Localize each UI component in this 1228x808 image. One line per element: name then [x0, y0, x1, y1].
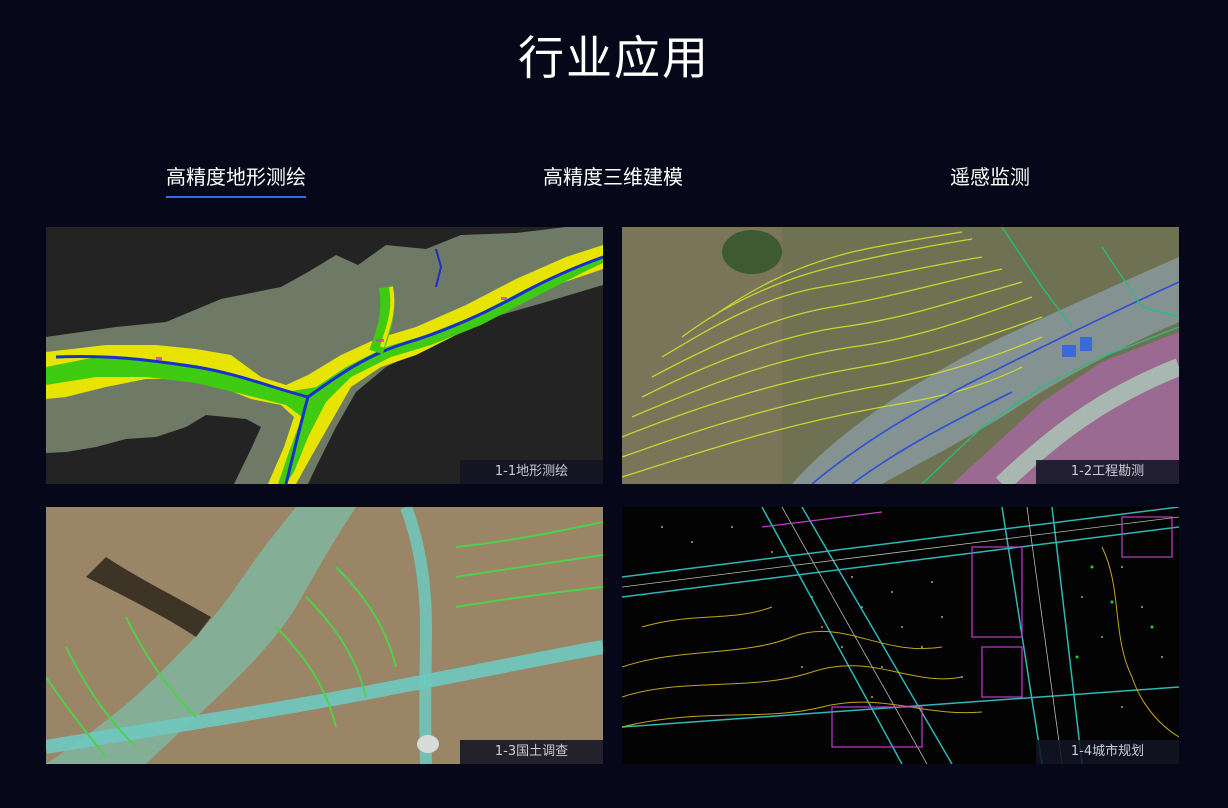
gallery-card-land-survey[interactable]: 1-3国土调查 [46, 507, 603, 764]
gallery-card-terrain[interactable]: 1-1地形测绘 [46, 227, 603, 484]
card-caption: 1-2工程勘测 [1036, 460, 1179, 484]
tab-3d-modeling[interactable]: 高精度三维建模 [543, 160, 683, 198]
card-caption: 1-3国土调查 [460, 740, 603, 764]
page-title: 行业应用 [518, 31, 710, 85]
engineering-survey-image [622, 227, 1179, 484]
land-survey-image [46, 507, 603, 764]
tab-terrain-mapping[interactable]: 高精度地形测绘 [166, 160, 306, 198]
card-caption: 1-4城市规划 [1036, 740, 1179, 764]
card-caption: 1-1地形测绘 [460, 460, 603, 484]
urban-planning-image [622, 507, 1179, 764]
tab-bar: 高精度地形测绘 高精度三维建模 遥感监测 [46, 160, 1179, 202]
gallery-card-urban-planning[interactable]: 1-4城市规划 [622, 507, 1179, 764]
terrain-map-image [46, 227, 603, 484]
tab-remote-sensing[interactable]: 遥感监测 [950, 160, 1030, 198]
gallery-card-engineering[interactable]: 1-2工程勘测 [622, 227, 1179, 484]
